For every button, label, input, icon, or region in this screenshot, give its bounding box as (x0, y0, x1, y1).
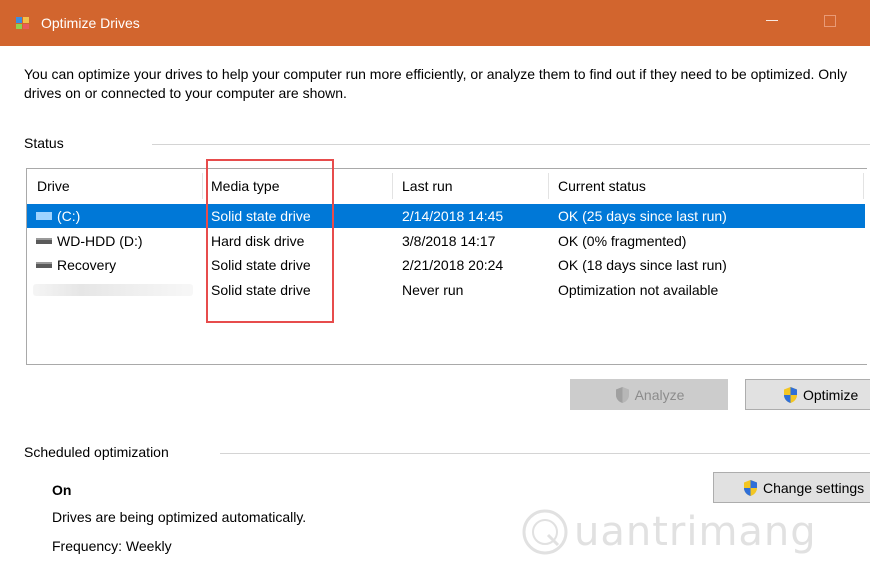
windows-drive-icon (36, 212, 52, 220)
change-settings-button[interactable]: Change settings (713, 472, 870, 503)
schedule-frequency: Frequency: Weekly (52, 538, 172, 554)
last-run: Never run (402, 282, 464, 298)
maximize-button[interactable] (824, 15, 836, 27)
scheduled-optimization-label: Scheduled optimization (24, 444, 169, 460)
title-bar: Optimize Drives (0, 0, 870, 46)
hard-drive-icon (36, 238, 52, 244)
last-run: 2/14/2018 14:45 (402, 208, 504, 224)
drive-row-c[interactable]: (C:) Solid state drive 2/14/2018 14:45 O… (27, 204, 865, 228)
intro-text: You can optimize your drives to help you… (24, 66, 848, 101)
schedule-description: Drives are being optimized automatically… (52, 509, 307, 525)
analyze-button[interactable]: Analyze (570, 379, 728, 410)
current-status: OK (0% fragmented) (558, 233, 687, 249)
optimize-label: Optimize (803, 386, 859, 403)
column-separator[interactable] (202, 173, 203, 199)
blurred-drive-name (33, 284, 193, 296)
hard-drive-icon (36, 262, 52, 268)
drive-row-redacted[interactable]: Solid state drive Never run Optimization… (27, 278, 865, 302)
column-header-current-status[interactable]: Current status (558, 178, 646, 194)
drive-name: WD-HDD (D:) (57, 233, 143, 249)
status-divider (152, 144, 870, 145)
annotation-highlight-box (206, 159, 334, 323)
column-separator[interactable] (863, 173, 864, 199)
column-separator[interactable] (392, 173, 393, 199)
window-title: Optimize Drives (41, 15, 140, 31)
column-header-last-run[interactable]: Last run (402, 178, 453, 194)
analyze-label: Analyze (634, 386, 685, 403)
current-status: OK (18 days since last run) (558, 257, 727, 273)
schedule-state: On (52, 482, 72, 498)
watermark-logo-icon (522, 509, 568, 555)
optimize-button[interactable]: Optimize (745, 379, 870, 410)
current-status: OK (25 days since last run) (558, 208, 727, 224)
watermark: uantrimang (520, 505, 817, 559)
minimize-button[interactable] (766, 20, 778, 21)
drive-row-d[interactable]: WD-HDD (D:) Hard disk drive 3/8/2018 14:… (27, 229, 865, 253)
uac-shield-icon (615, 386, 629, 403)
watermark-text: uantrimang (574, 509, 817, 555)
status-label: Status (24, 135, 64, 151)
defrag-app-icon (16, 17, 29, 29)
drive-name: (C:) (57, 208, 81, 224)
current-status: Optimization not available (558, 282, 719, 298)
schedule-divider (220, 453, 870, 454)
last-run: 2/21/2018 20:24 (402, 257, 504, 273)
column-header-drive[interactable]: Drive (37, 178, 70, 194)
column-separator[interactable] (548, 173, 549, 199)
drive-list[interactable]: Drive Media type Last run Current status… (26, 168, 867, 365)
change-settings-label: Change settings (763, 479, 865, 496)
uac-shield-icon (784, 386, 797, 403)
drive-name: Recovery (57, 257, 117, 273)
last-run: 3/8/2018 14:17 (402, 233, 496, 249)
drive-row-recovery[interactable]: Recovery Solid state drive 2/21/2018 20:… (27, 253, 865, 277)
uac-shield-icon (744, 479, 757, 496)
